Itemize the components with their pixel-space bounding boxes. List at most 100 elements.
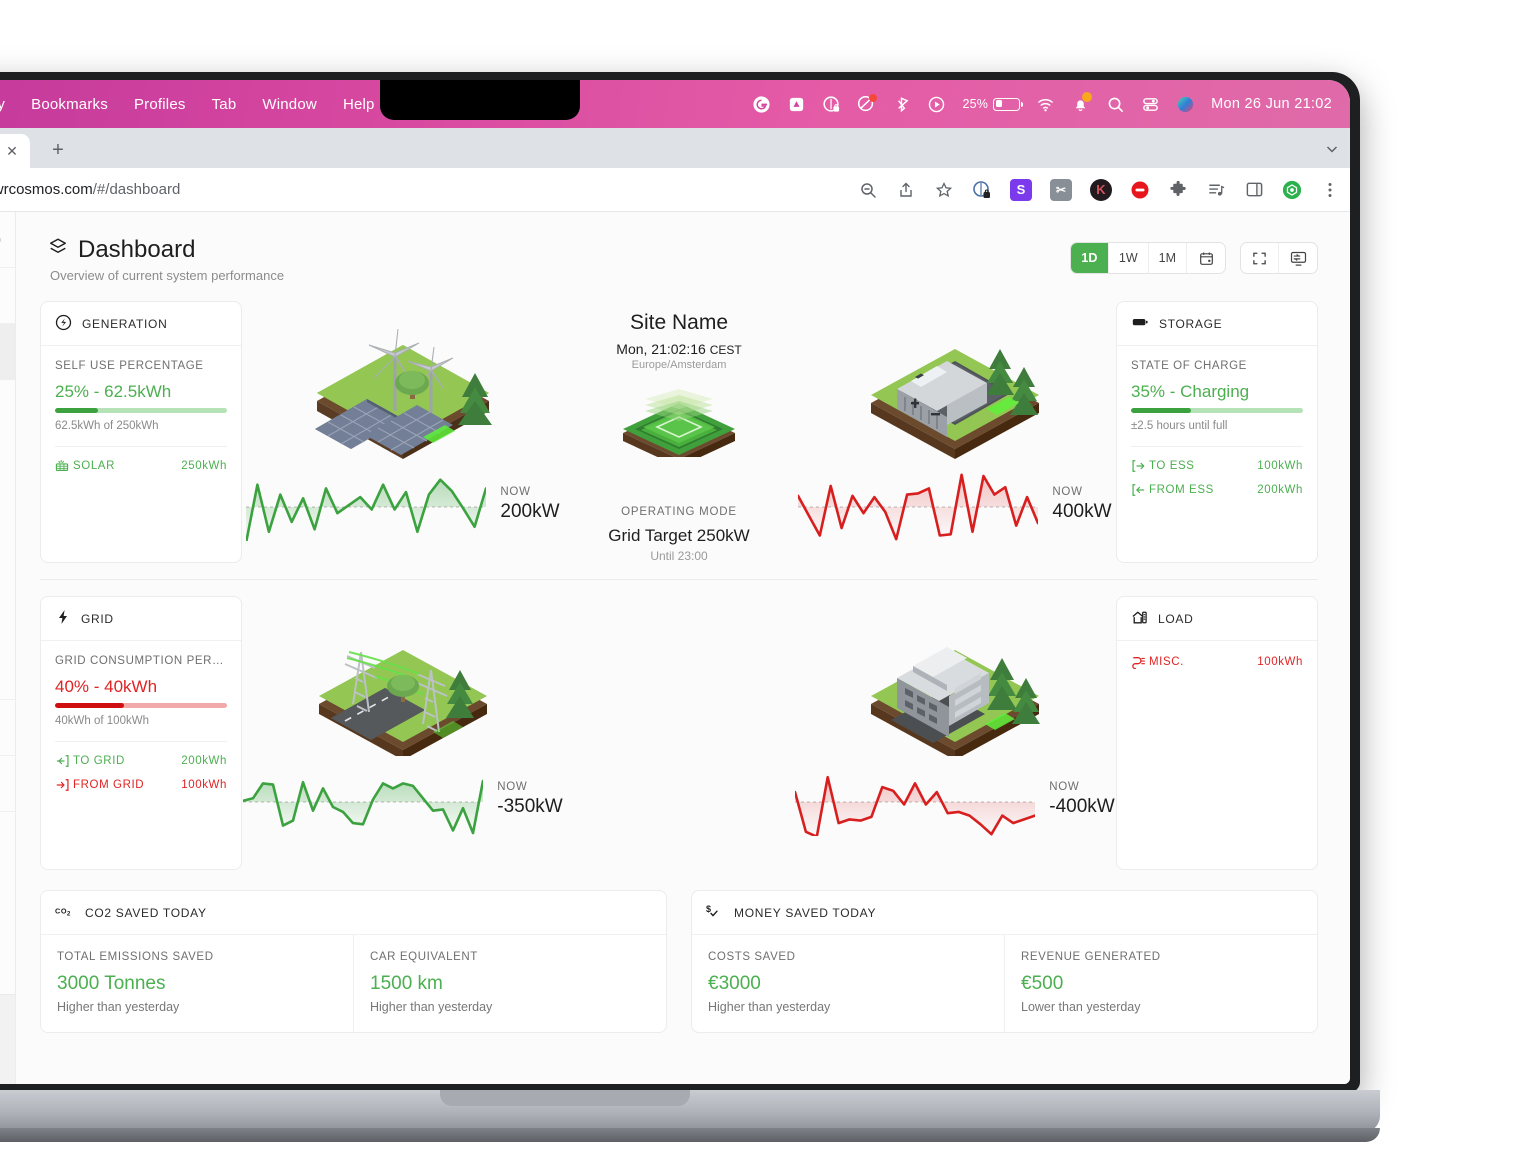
divider	[1131, 446, 1303, 447]
soc-value: 35% - Charging	[1131, 382, 1250, 401]
self-use-progress	[55, 408, 227, 413]
app-sidebar	[0, 212, 16, 1084]
vpn-lock-icon[interactable]	[822, 95, 841, 114]
load-now-value: -400kW	[1049, 795, 1115, 817]
shield-alert-icon[interactable]	[857, 93, 878, 114]
hubspot-extension-icon[interactable]: ✂	[1050, 178, 1072, 201]
bolt-icon	[55, 609, 71, 628]
control-center-icon[interactable]	[1141, 95, 1160, 114]
grid-card-header: GRID	[41, 597, 241, 641]
sidebar-item-dashboard[interactable]	[0, 324, 15, 380]
site-hub-illustration	[623, 389, 735, 467]
browser-tab[interactable]: mos ✕	[0, 134, 30, 168]
notification-badge	[1082, 91, 1093, 102]
operating-mode: OPERATING MODE Grid Target 250kW Until 2…	[564, 506, 794, 563]
arrow-into-bracket-icon	[1131, 459, 1149, 473]
sidebar-item-selector[interactable]	[0, 268, 15, 324]
address-bar[interactable]: -000000.ampowrcosmos.com/#/dashboard	[0, 175, 858, 205]
playlist-icon[interactable]	[1206, 180, 1226, 200]
drive-icon[interactable]	[787, 95, 806, 114]
money-card: $ MONEY SAVED TODAY COSTS SAVED €3000 Hi…	[691, 890, 1318, 1033]
wifi-icon[interactable]	[1036, 95, 1055, 114]
page-title: Dashboard	[48, 236, 284, 264]
browser-tabstrip: mos ✕ +	[0, 128, 1350, 168]
battery-storage-illustration	[871, 349, 1039, 459]
load-card-title: LOAD	[1158, 611, 1194, 626]
side-panel-icon[interactable]	[1244, 180, 1264, 200]
load-visual-zone: NOW -400kW	[794, 596, 1116, 870]
sidebar-spacer	[0, 380, 15, 700]
co2-card-header: CO 2 CO2 SAVED TODAY	[41, 891, 666, 935]
grid-row-from-grid: FROM GRID 100kWh	[55, 778, 227, 792]
spotlight-search-icon[interactable]	[1106, 95, 1125, 114]
menu-history[interactable]: History	[0, 96, 5, 113]
generation-card-title: GENERATION	[82, 316, 168, 331]
siri-icon[interactable]	[1176, 95, 1195, 114]
chrome-menu-icon[interactable]	[1320, 180, 1340, 200]
time-range-selector: 1D 1W 1M	[1069, 242, 1226, 274]
grammarly-icon[interactable]	[752, 95, 771, 114]
menu-tab[interactable]: Tab	[212, 96, 237, 113]
menu-window[interactable]: Window	[262, 96, 317, 113]
sidebar-item-external-link-1[interactable]	[0, 700, 15, 756]
money-cell-label: COSTS SAVED	[708, 951, 796, 963]
app-viewport: Dashboard Overview of current system per…	[0, 212, 1350, 1084]
menu-profiles[interactable]: Profiles	[134, 96, 186, 113]
building-load-illustration	[871, 647, 1040, 756]
range-1d[interactable]: 1D	[1070, 243, 1109, 273]
menu-help[interactable]: Help	[343, 96, 375, 113]
share-icon[interactable]	[896, 180, 916, 200]
kee-extension-icon[interactable]: K	[1090, 178, 1112, 201]
storage-card-body: STATE OF CHARGE 35% - Charging ±2.5 hour…	[1117, 346, 1317, 513]
zoom-out-icon[interactable]	[858, 180, 878, 200]
battery-status[interactable]: 25%	[962, 97, 1024, 111]
url-host: -000000.ampowrcosmos.com	[0, 181, 93, 198]
chevron-down-icon[interactable]	[1324, 141, 1340, 162]
laptop-notch-dent	[440, 1090, 690, 1106]
range-1w[interactable]: 1W	[1109, 243, 1149, 273]
menubar-menus: View History Bookmarks Profiles Tab Wind…	[0, 96, 375, 113]
load-sparkline	[795, 775, 1036, 836]
storage-row-from-ess: FROM ESS 200kWh	[1131, 483, 1303, 497]
load-row-misc: MISC. 100kWh	[1131, 655, 1303, 669]
grid-consumption-value: 40% - 40kWh	[55, 677, 158, 696]
adblock-extension-icon[interactable]	[1130, 180, 1150, 200]
storage-row-to-ess: TO ESS 100kWh	[1131, 459, 1303, 473]
calendar-icon[interactable]	[1187, 243, 1225, 273]
battery-icon	[1131, 313, 1149, 334]
splice-extension-icon[interactable]: S	[1010, 178, 1032, 201]
profile-avatar-icon[interactable]	[1282, 180, 1302, 200]
sidebar-item-account[interactable]	[0, 212, 15, 268]
play-circle-icon[interactable]	[927, 95, 946, 114]
vpn-extension-icon[interactable]	[972, 180, 992, 200]
notification-bell-icon[interactable]	[1071, 91, 1093, 114]
extensions-puzzle-icon[interactable]	[1168, 180, 1188, 200]
svg-text:2: 2	[67, 911, 71, 918]
generation-sparkline-row: NOW 200kW	[242, 467, 564, 541]
co2-cell-label: CAR EQUIVALENT	[370, 951, 478, 963]
sidebar-item-external-link-2[interactable]	[0, 756, 15, 812]
browser-toolbar: -000000.ampowrcosmos.com/#/dashboard S ✂…	[0, 168, 1350, 212]
self-use-value: 25% - 62.5kWh	[55, 382, 172, 401]
dashboard-row-bottom: GRID GRID CONSUMPTION PERCENT… 40% - 40k…	[40, 596, 1318, 870]
money-cell-compare: Higher than yesterday	[708, 1000, 831, 1014]
bluetooth-icon[interactable]	[892, 95, 911, 114]
storage-row-label: TO ESS	[1149, 460, 1195, 472]
bookmark-star-icon[interactable]	[934, 180, 954, 200]
range-1m[interactable]: 1M	[1149, 243, 1187, 273]
close-icon[interactable]: ✕	[4, 143, 20, 159]
view-controls	[1240, 242, 1318, 274]
menubar-clock[interactable]: Mon 26 Jun 21:02	[1211, 96, 1332, 112]
svg-text:$: $	[706, 904, 712, 914]
grid-visual-zone: NOW -350kW	[242, 596, 564, 870]
soc-progress	[1131, 408, 1303, 413]
hubspot-glyph: ✂	[1055, 182, 1067, 197]
generation-leaf-bolt-icon	[55, 314, 72, 334]
generation-card-header: GENERATION	[41, 302, 241, 346]
new-tab-button[interactable]: +	[44, 136, 72, 164]
screen-layout-icon[interactable]	[1279, 243, 1317, 273]
fullscreen-icon[interactable]	[1241, 243, 1279, 273]
load-card-body: MISC. 100kWh	[1117, 641, 1317, 685]
menu-bookmarks[interactable]: Bookmarks	[31, 96, 108, 113]
site-timezone: Europe/Amsterdam	[631, 359, 727, 371]
